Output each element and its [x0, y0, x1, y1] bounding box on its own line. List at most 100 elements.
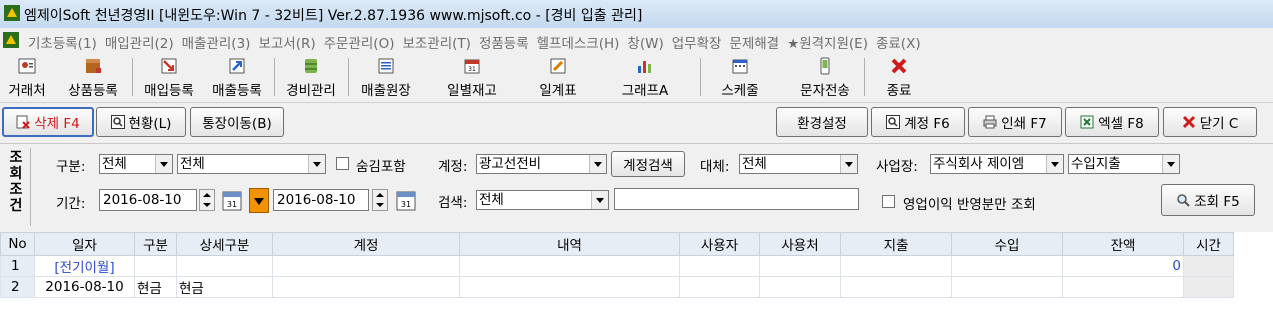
- description-cell[interactable]: [459, 276, 680, 298]
- user-cell[interactable]: [679, 255, 760, 277]
- sales-ledger-button[interactable]: 매출원장: [354, 54, 418, 100]
- customer-button[interactable]: 거래처: [2, 54, 52, 100]
- type-cell[interactable]: 현금: [134, 276, 177, 298]
- account-button[interactable]: 계정 F6: [871, 107, 965, 137]
- type-cell[interactable]: [134, 255, 177, 277]
- date-cell[interactable]: 2016-08-10: [34, 276, 135, 298]
- excel-button[interactable]: 엑셀 F8: [1065, 107, 1159, 137]
- include-hidden-checkbox[interactable]: [336, 157, 349, 170]
- purchase-register-button[interactable]: 매입등록: [138, 54, 200, 100]
- date-to-input[interactable]: 2016-08-10: [273, 189, 369, 211]
- detail-cell[interactable]: [176, 255, 273, 277]
- column-header[interactable]: 사용자: [679, 232, 760, 256]
- column-header[interactable]: 일자: [34, 232, 135, 256]
- calendar-icon[interactable]: 31: [221, 188, 243, 212]
- menu-reports[interactable]: 보고서(R): [258, 32, 323, 52]
- menu-window[interactable]: 창(W): [627, 32, 671, 52]
- calendar-icon[interactable]: 31: [395, 188, 417, 212]
- balance-cell[interactable]: [1062, 276, 1184, 298]
- account-cell[interactable]: [272, 255, 460, 277]
- delete-button[interactable]: 삭제 F4: [2, 107, 94, 137]
- menu-aux-management[interactable]: 보조관리(T): [402, 32, 478, 52]
- menu-license-register[interactable]: 정품등록: [479, 32, 537, 52]
- product-register-button[interactable]: 상품등록: [60, 54, 126, 100]
- query-button[interactable]: 조회 F5: [1161, 184, 1255, 216]
- chevron-down-icon[interactable]: [1162, 155, 1179, 173]
- detail-cell[interactable]: 현금: [176, 276, 273, 298]
- substitute-select[interactable]: 전체: [739, 154, 858, 174]
- sms-send-button[interactable]: 문자전송: [792, 54, 858, 100]
- chevron-down-icon[interactable]: [155, 155, 172, 173]
- column-header[interactable]: 상세구분: [176, 232, 273, 256]
- time-cell[interactable]: [1183, 276, 1234, 298]
- subcategory-select[interactable]: 전체: [177, 154, 326, 174]
- table-row[interactable]: 2 2016-08-10 현금 현금: [0, 276, 1234, 298]
- query-label: 조회 F5: [1194, 194, 1240, 210]
- date-range-button[interactable]: [249, 188, 269, 213]
- place-cell[interactable]: [759, 255, 841, 277]
- daily-table-button[interactable]: 일계표: [532, 54, 584, 100]
- expense-cell[interactable]: [840, 255, 952, 277]
- sales-register-button[interactable]: 매출등록: [204, 54, 270, 100]
- chevron-down-icon[interactable]: [591, 191, 608, 209]
- date-cell[interactable]: [전기이월]: [34, 255, 135, 277]
- column-header[interactable]: 잔액: [1062, 232, 1184, 256]
- search-input[interactable]: [614, 188, 859, 210]
- close-button[interactable]: 닫기 C: [1163, 107, 1257, 137]
- chevron-down-icon[interactable]: [308, 155, 325, 173]
- account-search-button[interactable]: 계정검색: [611, 151, 685, 177]
- menu-order-management[interactable]: 주문관리(O): [324, 32, 403, 52]
- account-select[interactable]: 광고선전비: [476, 154, 607, 174]
- column-header[interactable]: 시간: [1183, 232, 1234, 256]
- status-button[interactable]: 현황(L): [96, 107, 186, 137]
- account-move-button[interactable]: 통장이동(B): [190, 107, 284, 137]
- category-select[interactable]: 전체: [99, 154, 173, 174]
- menu-basic-register[interactable]: 기초등록(1): [28, 32, 105, 52]
- settings-button[interactable]: 환경설정: [776, 107, 868, 137]
- menu-exit[interactable]: 종료(X): [876, 32, 929, 52]
- business-select[interactable]: 주식회사 제이엠: [930, 154, 1064, 174]
- print-button[interactable]: 인쇄 F7: [968, 107, 1062, 137]
- toolbar-separator: [132, 58, 133, 96]
- business-type-value: 수입지출: [1071, 156, 1121, 172]
- account-cell[interactable]: [272, 276, 460, 298]
- schedule-button[interactable]: 스케줄: [712, 54, 768, 100]
- menu-remote-support[interactable]: ★원격지원(E): [787, 32, 876, 52]
- business-type-select[interactable]: 수입지출: [1068, 154, 1180, 174]
- graph-button[interactable]: 그래프A: [612, 54, 678, 100]
- menu-purchase-management[interactable]: 매입관리(2): [105, 32, 182, 52]
- expense-management-button[interactable]: 경비관리: [278, 54, 344, 100]
- column-header[interactable]: 사용처: [759, 232, 841, 256]
- column-header[interactable]: 계정: [272, 232, 460, 256]
- daily-stock-button[interactable]: 31 일별재고: [440, 54, 504, 100]
- column-header[interactable]: 구분: [134, 232, 177, 256]
- column-header[interactable]: No: [0, 232, 35, 256]
- menu-business-extension[interactable]: 업무확장: [672, 32, 730, 52]
- column-header[interactable]: 지출: [840, 232, 952, 256]
- description-cell[interactable]: [459, 255, 680, 277]
- income-cell[interactable]: [951, 276, 1063, 298]
- date-to-spinner[interactable]: [372, 189, 388, 211]
- excel-label: 엑셀 F8: [1098, 116, 1144, 132]
- menu-troubleshooting[interactable]: 문제해결: [729, 32, 787, 52]
- system-menu-icon[interactable]: [2, 31, 20, 49]
- table-row[interactable]: 1 [전기이월] 0: [0, 255, 1234, 277]
- place-cell[interactable]: [759, 276, 841, 298]
- operating-profit-checkbox[interactable]: [882, 195, 895, 208]
- menu-sales-management[interactable]: 매출관리(3): [182, 32, 259, 52]
- balance-cell[interactable]: 0: [1062, 255, 1184, 277]
- search-type-select[interactable]: 전체: [476, 190, 609, 210]
- chevron-down-icon[interactable]: [1046, 155, 1063, 173]
- exit-button[interactable]: 종료: [874, 54, 924, 100]
- column-header[interactable]: 수입: [951, 232, 1063, 256]
- time-cell[interactable]: [1183, 255, 1234, 277]
- user-cell[interactable]: [679, 276, 760, 298]
- chevron-down-icon[interactable]: [840, 155, 857, 173]
- income-cell[interactable]: [951, 255, 1063, 277]
- expense-cell[interactable]: [840, 276, 952, 298]
- date-from-spinner[interactable]: [199, 189, 215, 211]
- chevron-down-icon[interactable]: [589, 155, 606, 173]
- date-from-input[interactable]: 2016-08-10: [99, 189, 197, 211]
- column-header[interactable]: 내역: [459, 232, 680, 256]
- menu-helpdesk[interactable]: 헬프데스크(H): [537, 32, 628, 52]
